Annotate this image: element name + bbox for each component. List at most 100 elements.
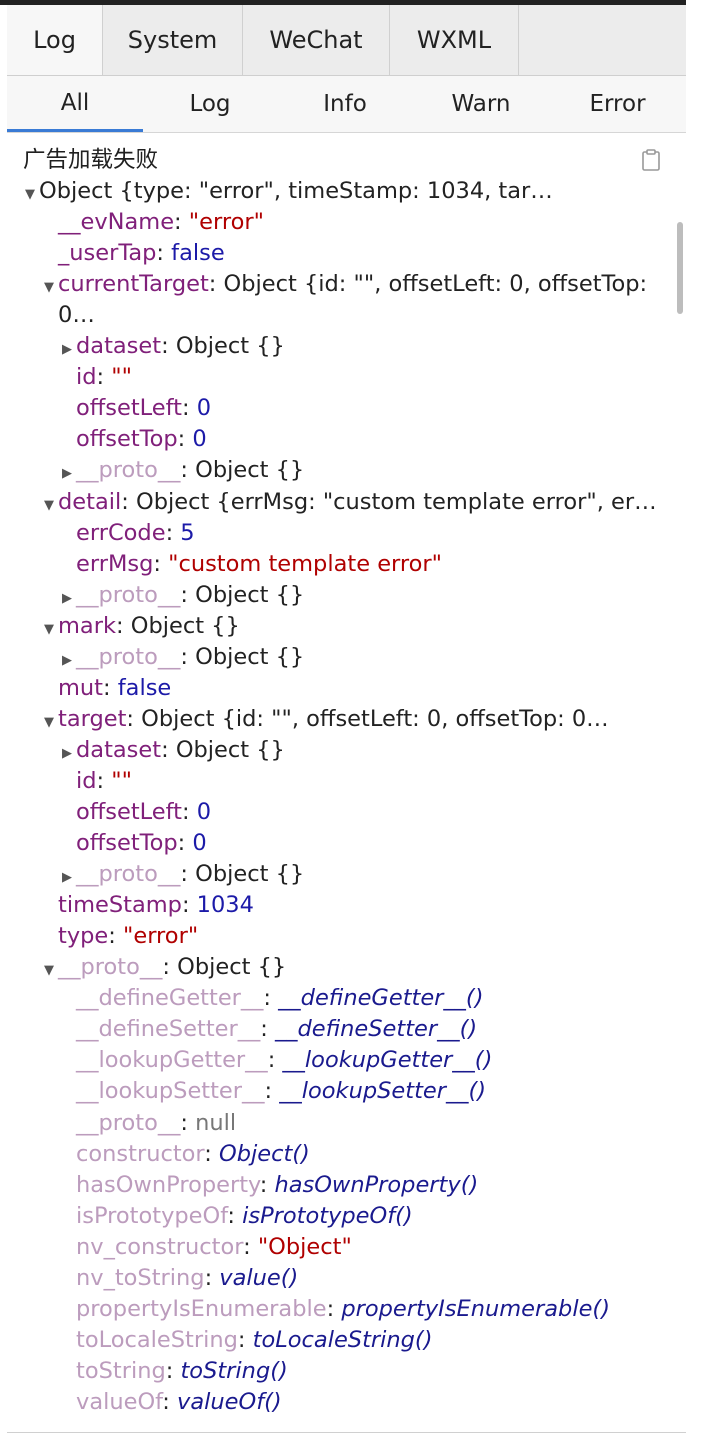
filter-info[interactable]: Info (277, 76, 413, 132)
expand-arrow-right-icon[interactable]: ▶ (58, 862, 76, 893)
tree-row: isPrototypeOf: isPrototypeOf() (58, 1201, 413, 1232)
key-separator: : (204, 1140, 219, 1167)
tree-row: timeStamp: 1034 (40, 890, 254, 921)
key-separator: : (162, 1388, 178, 1415)
key-separator: : (182, 799, 197, 825)
property-value: "error" (188, 209, 264, 236)
property-key: __proto__ (76, 581, 181, 608)
key-separator: : (182, 395, 197, 422)
tree-row[interactable]: ▼ mark: Object {} (40, 611, 240, 642)
property-key: propertyIsEnumerable (76, 1295, 327, 1322)
tab-system[interactable]: System (103, 5, 243, 75)
property-key: offsetTop (76, 830, 178, 857)
property-value: Object {} (195, 861, 305, 888)
scrollbar-thumb[interactable] (677, 222, 683, 314)
key-separator: : (116, 612, 131, 639)
key-separator: : (267, 1047, 283, 1074)
property-key: type (58, 923, 109, 950)
property-key: offsetLeft (76, 395, 182, 422)
key-separator: : (156, 240, 172, 267)
filter-label: Warn (451, 91, 511, 117)
tab-label: Log (33, 26, 76, 54)
key-separator: : (237, 1326, 253, 1353)
property-value: null (195, 1109, 237, 1136)
property-key: errMsg (76, 550, 154, 577)
key-separator: : (227, 1202, 243, 1229)
property-value: Object() (219, 1140, 310, 1167)
expand-arrow-right-icon[interactable]: ▶ (58, 645, 76, 676)
filter-all[interactable]: All (7, 76, 143, 132)
expand-arrow-down-icon[interactable]: ▼ (40, 614, 58, 645)
filter-label: All (60, 89, 90, 116)
filter-log[interactable]: Log (143, 76, 277, 132)
filter-label: Error (589, 91, 646, 117)
property-key: toString (76, 1357, 166, 1384)
key-separator: : (180, 643, 196, 670)
expand-arrow-down-icon[interactable]: ▼ (40, 707, 58, 738)
property-key: __proto__ (76, 1109, 181, 1136)
tree-row[interactable]: ▶ __proto__: Object {} (58, 642, 304, 673)
tab-log[interactable]: Log (7, 5, 103, 75)
key-separator: : (180, 1109, 196, 1136)
expand-arrow-right-icon[interactable]: ▶ (58, 583, 76, 614)
property-value: 5 (180, 519, 195, 546)
clipboard-icon[interactable] (641, 149, 661, 171)
tree-row[interactable]: ▼ currentTarget: Object {id: "", offsetLe… (40, 269, 647, 300)
tree-row: nv_toString: value() (58, 1263, 298, 1294)
tree-row: id: "" (58, 766, 132, 797)
property-value: Object {id: "", offsetLeft: 0, offsetTop… (223, 271, 648, 298)
expand-arrow-down-icon[interactable]: ▼ (40, 490, 58, 521)
key-separator: : (177, 426, 193, 453)
property-key: target (58, 705, 127, 732)
key-separator: : (208, 271, 224, 298)
expand-arrow-down-icon[interactable]: ▼ (40, 955, 58, 986)
key-separator: : (243, 1233, 258, 1260)
key-separator: : (260, 1016, 275, 1043)
expand-arrow-down-icon[interactable]: ▼ (21, 179, 39, 210)
tree-row[interactable]: ▼ detail: Object {errMsg: "custom templat… (40, 487, 657, 518)
property-key: __lookupGetter__ (76, 1047, 268, 1074)
tree-row[interactable]: ▶ __proto__: Object {} (58, 455, 304, 486)
property-value: "custom template error" (168, 550, 443, 577)
key-separator: : (180, 861, 196, 888)
tree-row[interactable]: ▶ dataset: Object {} (58, 331, 285, 362)
property-key: toLocaleString (76, 1326, 238, 1353)
tree-row[interactable]: ▶ dataset: Object {} (58, 735, 285, 766)
property-key: __defineSetter__ (76, 1016, 261, 1043)
tree-row: id: "" (58, 362, 132, 393)
property-key: mut (58, 674, 103, 701)
key-separator: : (263, 985, 279, 1012)
key-separator: : (161, 333, 176, 360)
tree-row: 0… (40, 300, 95, 331)
expand-arrow-right-icon[interactable]: ▶ (58, 458, 76, 489)
expand-arrow-right-icon[interactable]: ▶ (58, 738, 76, 769)
key-separator: : (121, 488, 136, 515)
tree-row[interactable]: ▶ __proto__: Object {} (58, 580, 304, 611)
tab-wechat[interactable]: WeChat (243, 5, 390, 75)
property-key: __defineGetter__ (76, 985, 264, 1012)
property-value: 0… (58, 302, 95, 329)
property-key: __lookupSetter__ (76, 1078, 265, 1105)
tree-row: type: "error" (40, 921, 198, 952)
property-key: nv_toString (76, 1264, 205, 1291)
property-value: valueOf() (177, 1388, 282, 1415)
filter-warn[interactable]: Warn (413, 76, 549, 132)
expand-arrow-down-icon[interactable]: ▼ (40, 272, 58, 303)
tree-row[interactable]: ▼ Object {type: "error", timeStamp: 1034,… (21, 176, 553, 207)
key-separator: : (96, 767, 112, 794)
property-value: 0 (196, 395, 212, 422)
tab-wxml[interactable]: WXML (390, 5, 519, 75)
property-key: __proto__ (76, 643, 181, 670)
property-value: Object {} (195, 643, 305, 670)
tree-row: __evName: "error" (40, 207, 264, 238)
tree-row[interactable]: ▼ __proto__: Object {} (40, 952, 286, 983)
property-key: id (76, 364, 97, 391)
key-separator: : (165, 519, 181, 546)
filter-error[interactable]: Error (549, 76, 686, 132)
expand-arrow-right-icon[interactable]: ▶ (58, 334, 76, 365)
tree-row[interactable]: ▼ target: Object {id: "", offsetLeft: 0, … (40, 704, 609, 735)
tree-row[interactable]: ▶ __proto__: Object {} (58, 859, 304, 890)
key-separator: : (165, 1357, 181, 1384)
tree-row: toString: toString() (58, 1356, 288, 1387)
property-key: __proto__ (58, 954, 163, 981)
